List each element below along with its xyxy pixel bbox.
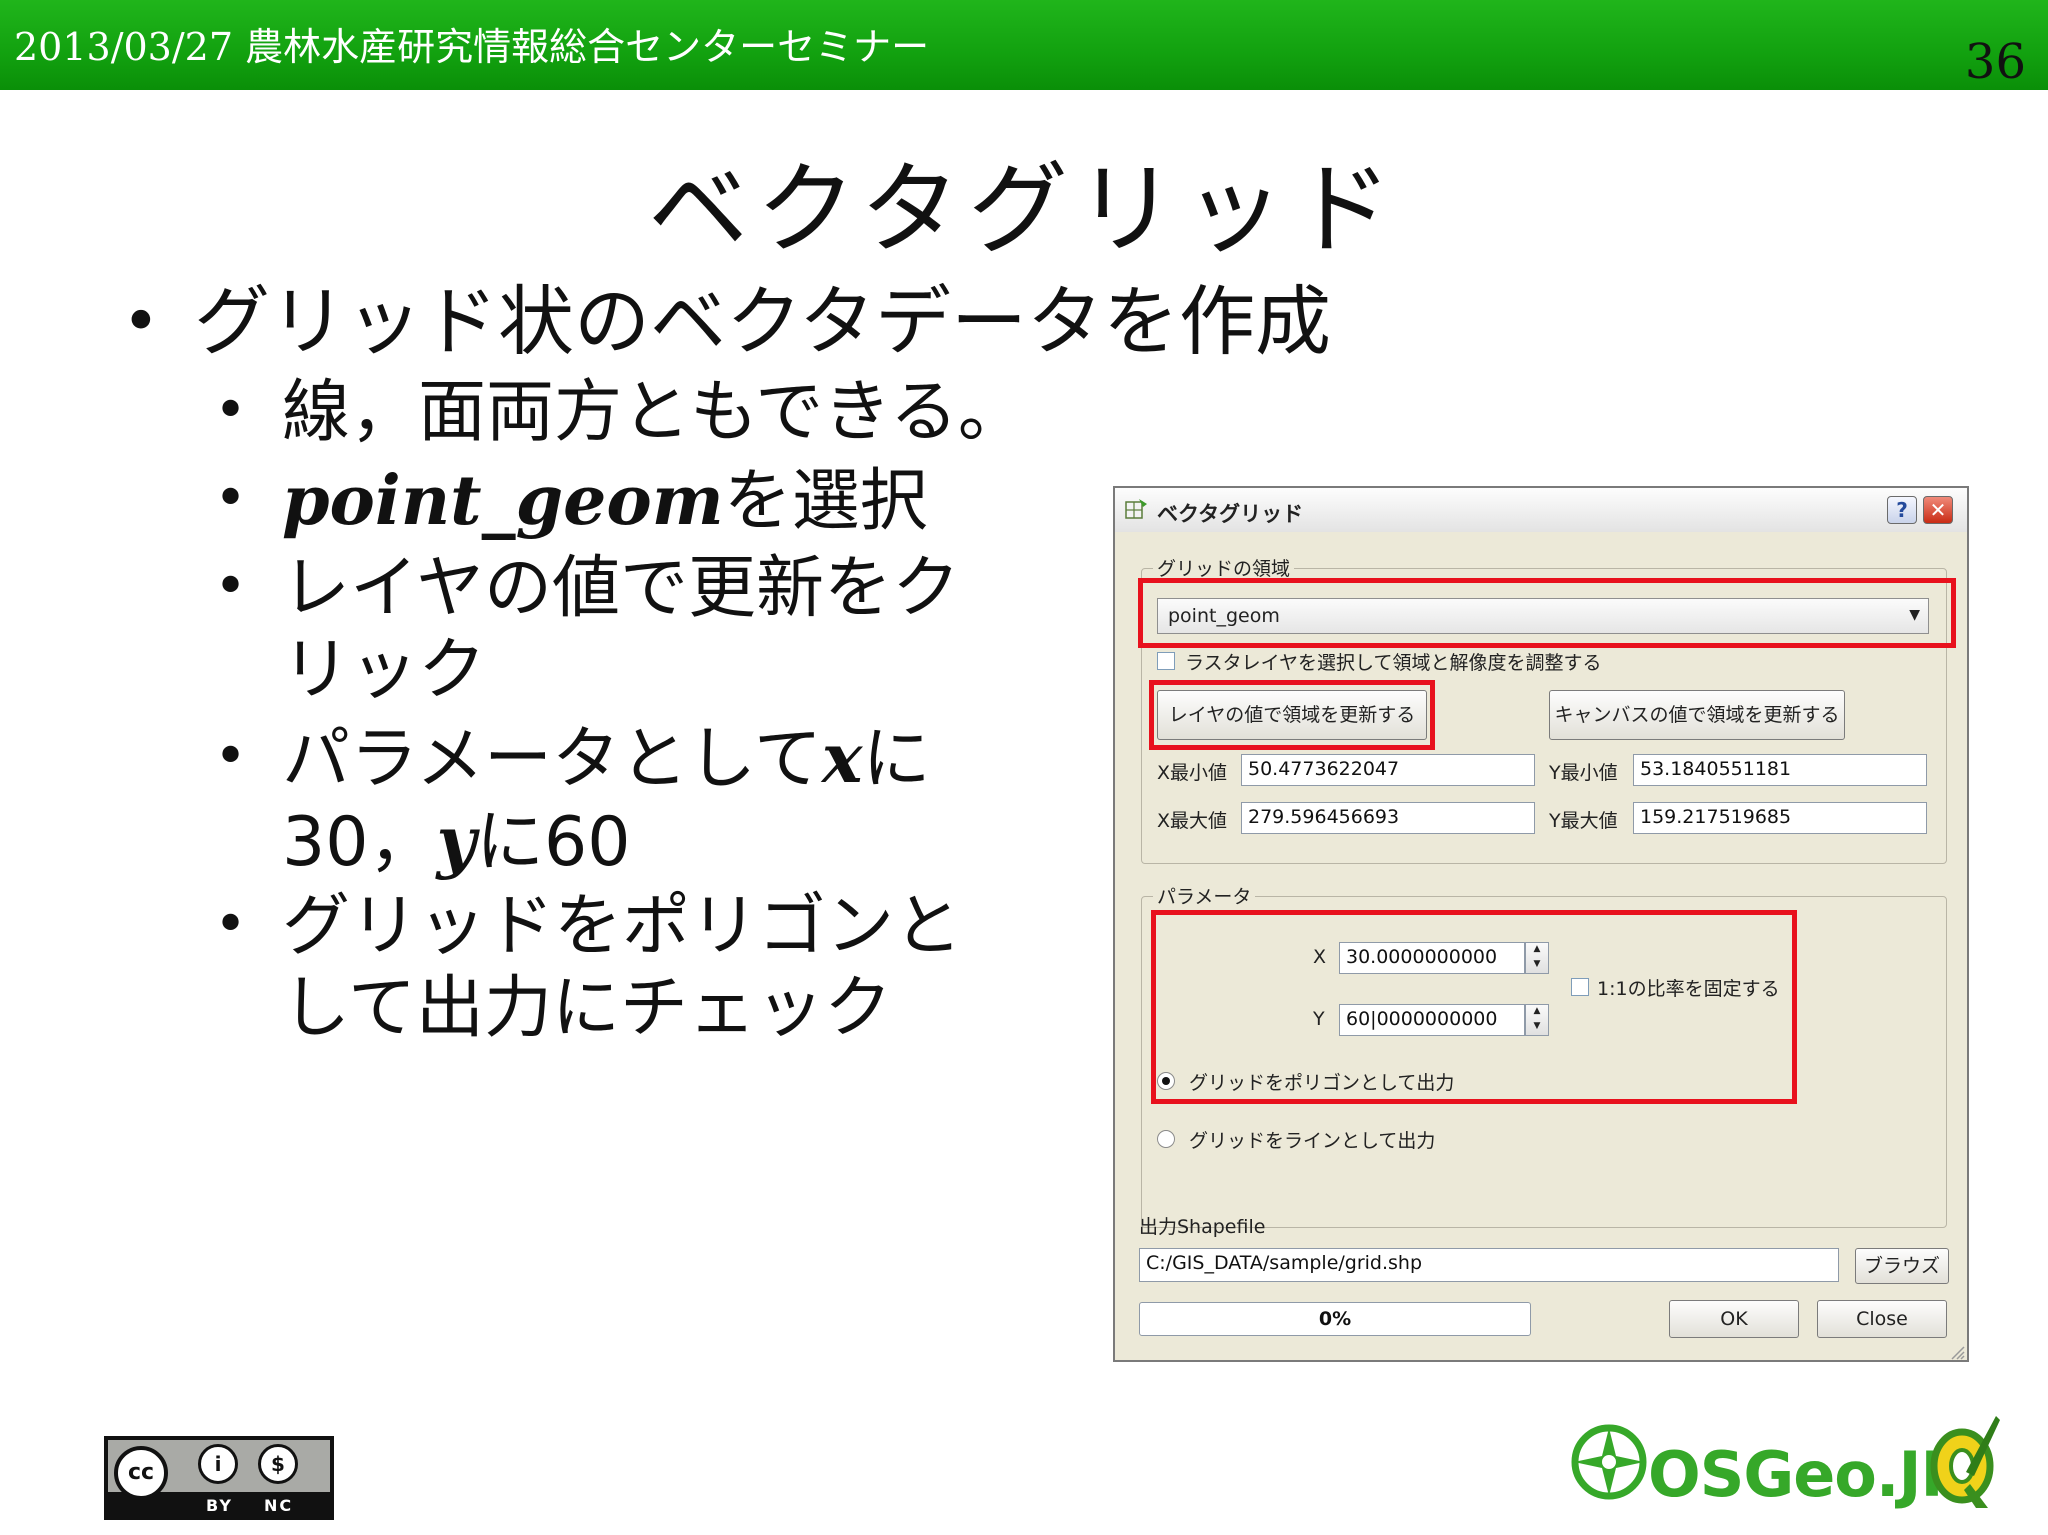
- code-point-geom: point_geom: [282, 461, 724, 541]
- bullet-dot: •: [214, 466, 248, 531]
- page-number: 36: [1964, 34, 2026, 90]
- bullet-dot: •: [214, 554, 248, 619]
- sub-bullet-5-line2: して出力にチェック: [282, 969, 892, 1048]
- cc-by-label: BY: [206, 1496, 233, 1515]
- cc-nc-label: NC: [264, 1496, 294, 1515]
- ymax-field[interactable]: 159.217519685: [1633, 802, 1927, 834]
- resize-grip-icon[interactable]: [1949, 1344, 1965, 1360]
- dialog-title: ベクタグリッド: [1157, 502, 1304, 526]
- progress-text: 0%: [1318, 1308, 1352, 1330]
- xmax-label: X最大値: [1157, 810, 1228, 832]
- bullet-main-text: グリッド状のベクタデータを作成: [194, 277, 1331, 366]
- help-button[interactable]: ?: [1887, 496, 1917, 524]
- output-shapefile-label: 出力Shapefile: [1139, 1216, 1266, 1238]
- sub-bullet-1-text: 線，面両方ともできる。: [282, 373, 1026, 452]
- line-output-label: グリッドをラインとして出力: [1189, 1130, 1436, 1152]
- slide-title: ベクタグリッド: [648, 151, 1400, 268]
- sub-bullet-4-text-a: パラメータとして: [282, 720, 822, 799]
- ymax-label: Y最大値: [1549, 810, 1618, 832]
- osgeo-jp-logo-text: OSGeo.JP: [1648, 1438, 1966, 1511]
- bullet-main: • グリッド状のベクタデータを作成: [122, 277, 1331, 366]
- xmax-field[interactable]: 279.596456693: [1241, 802, 1535, 834]
- parameter-legend: パラメータ: [1153, 882, 1256, 909]
- close-button[interactable]: Close: [1817, 1300, 1947, 1338]
- sub-bullet-4-text-d: に60: [476, 803, 631, 882]
- vector-grid-dialog: ベクタグリッド ? ✕ グリッドの領域 point_geom ▼ ラスタレイヤを…: [1113, 486, 1969, 1362]
- close-window-button[interactable]: ✕: [1923, 496, 1953, 524]
- sub-bullet-2-text: を選択: [723, 462, 928, 541]
- bullet-dot: •: [122, 285, 160, 359]
- raster-layer-checkbox[interactable]: [1157, 652, 1175, 670]
- sub-bullet-2: • point_geomを選択: [214, 460, 928, 543]
- noncommercial-icon: $: [258, 1444, 298, 1484]
- highlight-parameter-box: [1151, 910, 1797, 1104]
- bullet-dot: •: [214, 892, 248, 957]
- ymin-field[interactable]: 53.1840551181: [1633, 754, 1927, 786]
- highlight-layer-box: [1138, 578, 1956, 648]
- sub-bullet-5: • グリッドをポリゴンと して出力にチェック: [214, 886, 963, 1050]
- browse-button[interactable]: ブラウズ: [1855, 1248, 1949, 1284]
- grid-tool-icon: [1125, 499, 1147, 519]
- xmin-label: X最小値: [1157, 762, 1228, 784]
- ymin-label: Y最小値: [1549, 762, 1618, 784]
- attribution-icon: i: [198, 1444, 238, 1484]
- highlight-update-button-box: [1149, 680, 1435, 750]
- sub-bullet-5-line1: グリッドをポリゴンと: [282, 887, 963, 966]
- output-path-field[interactable]: C:/GIS_DATA/sample/grid.shp: [1139, 1248, 1839, 1282]
- cc-license-badge: cc i $ BY NC: [104, 1436, 334, 1520]
- progress-bar: 0%: [1139, 1302, 1531, 1336]
- param-x-letter: x: [821, 719, 863, 799]
- seminar-header: 2013/03/27 農林水産研究情報総合センターセミナー: [14, 25, 930, 69]
- xmin-field[interactable]: 50.4773622047: [1241, 754, 1535, 786]
- osgeo-logo-icon: [1571, 1424, 1647, 1500]
- update-from-canvas-button[interactable]: キャンバスの値で領域を更新する: [1549, 690, 1845, 740]
- sub-bullet-3-line2: リック: [282, 631, 487, 710]
- dialog-titlebar: ベクタグリッド ? ✕: [1115, 488, 1967, 532]
- sub-bullet-3-line1: レイヤの値で更新をク: [282, 549, 960, 628]
- grid-extent-legend: グリッドの領域: [1153, 554, 1295, 581]
- sub-bullet-4: • パラメータとしてxに 30，yに60: [214, 718, 931, 884]
- sub-bullet-3: • レイヤの値で更新をク リック: [214, 548, 960, 712]
- cc-logo-icon: cc: [114, 1446, 168, 1500]
- raster-layer-checkbox-label: ラスタレイヤを選択して領域と解像度を調整する: [1185, 652, 1602, 674]
- line-output-radio[interactable]: [1157, 1130, 1175, 1148]
- ok-button[interactable]: OK: [1669, 1300, 1799, 1338]
- bullet-dot: •: [214, 378, 248, 443]
- sub-bullet-1: • 線，面両方ともできる。: [214, 372, 1026, 454]
- sub-bullet-4-text-c: 30，: [282, 803, 437, 882]
- bullet-dot: •: [214, 724, 248, 789]
- qgis-logo-icon: [1930, 1416, 2000, 1508]
- sub-bullet-4-text-b: に: [862, 720, 931, 799]
- param-y-letter: y: [436, 802, 477, 882]
